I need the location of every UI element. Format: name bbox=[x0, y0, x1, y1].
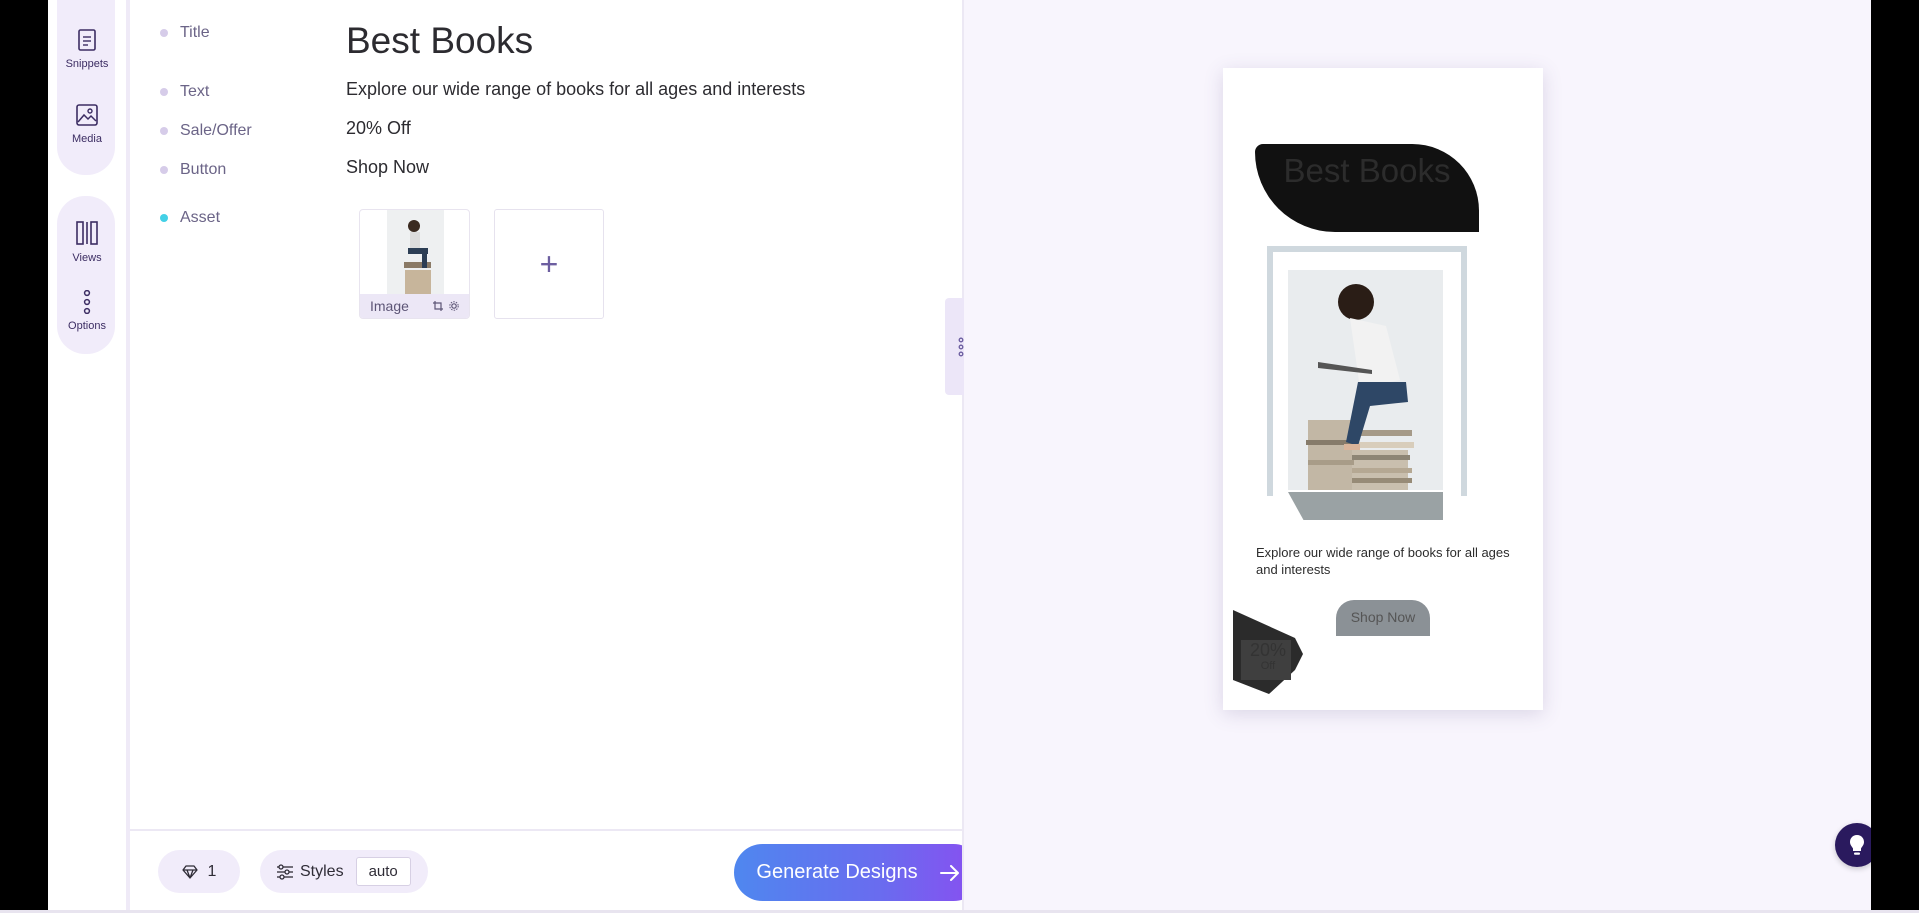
styles-auto-select[interactable]: auto bbox=[355, 857, 411, 886]
rail-group-top bbox=[57, 0, 115, 175]
field-dot bbox=[160, 88, 168, 96]
asset-image-card[interactable]: Image bbox=[359, 209, 470, 319]
generate-designs-button[interactable]: Generate Designs bbox=[734, 844, 982, 901]
preview-title: Best Books bbox=[1283, 152, 1451, 189]
document-icon bbox=[78, 29, 96, 51]
design-preview-card[interactable]: Best Books Explore our wide range of boo… bbox=[1223, 68, 1543, 710]
footer-divider bbox=[130, 829, 962, 831]
field-label-text: Asset bbox=[180, 209, 221, 226]
preview-area: Best Books Explore our wide range of boo… bbox=[964, 0, 1871, 910]
vertical-dots-icon bbox=[83, 290, 91, 314]
preview-text: Explore our wide range of books for all … bbox=[1256, 545, 1510, 577]
field-label-text: Button bbox=[180, 161, 227, 178]
field-label-text: Text bbox=[180, 83, 210, 100]
lightbulb-icon bbox=[1850, 835, 1864, 855]
button-input[interactable]: Shop Now bbox=[346, 157, 429, 178]
preview-badge-sub: Off bbox=[1260, 660, 1276, 672]
asset-card-footer: Image bbox=[360, 294, 469, 318]
preview-photo bbox=[1288, 270, 1443, 490]
arrow-right-icon bbox=[939, 864, 959, 881]
sidebar-item-label: Snippets bbox=[65, 58, 109, 70]
field-label-text: Sale/Offer bbox=[180, 122, 252, 139]
sidebar-item-label: Options bbox=[68, 320, 106, 332]
preview-sale-badge: 20% Off bbox=[1243, 640, 1293, 674]
field-label-text: Title bbox=[180, 24, 210, 41]
styles-label: Styles bbox=[300, 862, 344, 880]
crop-icon[interactable] bbox=[433, 301, 443, 311]
field-label-button: Button bbox=[160, 161, 226, 179]
title-input[interactable]: Best Books bbox=[346, 20, 533, 62]
field-label-asset: Asset bbox=[160, 209, 220, 227]
gem-icon bbox=[181, 864, 198, 879]
sale-input[interactable]: 20% Off bbox=[346, 118, 411, 139]
sliders-icon bbox=[277, 863, 293, 880]
sidebar-item-label: Views bbox=[72, 252, 102, 264]
credits-count: 1 bbox=[207, 862, 217, 880]
columns-icon bbox=[76, 221, 98, 245]
preview-badge-main: 20% bbox=[1249, 640, 1287, 660]
text-input[interactable]: Explore our wide range of books for all … bbox=[346, 79, 805, 100]
content-editor: Title Best Books Text Explore our wide r… bbox=[130, 0, 982, 910]
asset-thumbnail bbox=[387, 210, 444, 296]
sidebar-item-snippets[interactable]: Snippets bbox=[48, 28, 126, 70]
asset-card-actions bbox=[433, 301, 459, 311]
sidebar-item-media[interactable]: Media bbox=[48, 103, 126, 145]
left-rail: Snippets Media Views Options bbox=[48, 0, 126, 910]
field-label-text-row: Text bbox=[160, 83, 209, 101]
field-dot bbox=[160, 166, 168, 174]
styles-selector[interactable]: Styles auto bbox=[260, 850, 428, 893]
field-dot bbox=[160, 214, 168, 222]
generate-designs-label: Generate Designs bbox=[756, 861, 918, 883]
field-dot bbox=[160, 127, 168, 135]
sidebar-item-views[interactable]: Views bbox=[48, 220, 126, 264]
image-icon bbox=[76, 104, 98, 126]
asset-card-label: Image bbox=[370, 298, 409, 314]
preview-shop-button: Shop Now bbox=[1336, 600, 1430, 636]
preview-photo-ledge bbox=[1288, 492, 1443, 520]
gear-icon[interactable] bbox=[449, 301, 459, 311]
add-asset-button[interactable]: + bbox=[494, 209, 604, 319]
help-chat-button[interactable] bbox=[1835, 823, 1871, 867]
sidebar-item-options[interactable]: Options bbox=[48, 290, 126, 332]
credits-pill[interactable]: 1 bbox=[158, 850, 240, 893]
sidebar-item-label: Media bbox=[72, 133, 102, 145]
field-label-sale: Sale/Offer bbox=[160, 122, 252, 140]
app-window: Snippets Media Views Options Title Best … bbox=[48, 0, 1871, 910]
field-label-title: Title bbox=[160, 24, 210, 42]
field-dot bbox=[160, 29, 168, 37]
